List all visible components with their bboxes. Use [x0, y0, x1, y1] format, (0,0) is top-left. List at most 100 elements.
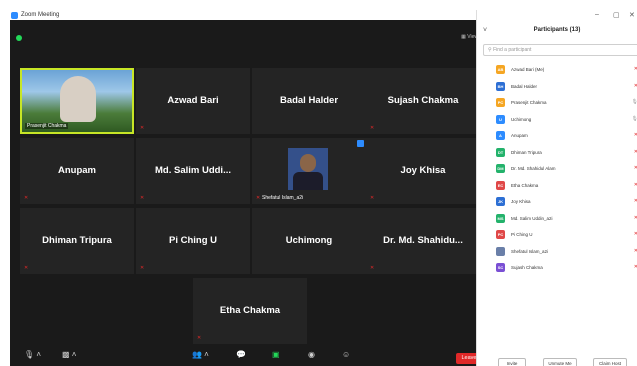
participant-name: Uchimong [511, 116, 532, 122]
meeting-toolbar: 🎙 ˄ ▩ ˄ 👥 ˄ 💬 ▣ ◉ ☺ Leave [10, 346, 486, 366]
record-icon[interactable]: ◉ [308, 350, 315, 359]
participant-avatar: PC [496, 230, 505, 239]
profile-photo [288, 148, 328, 190]
video-tile[interactable]: Azwad Bari ✕ [136, 68, 250, 134]
participant-row[interactable]: PCPi Ching U✕ ▢ [483, 228, 637, 242]
participant-avatar: AB [496, 65, 505, 74]
participant-row[interactable]: DMDr. Md. Shahidul Alam✕ ▢ [483, 162, 637, 176]
video-tile-active[interactable]: Prasenjit Chakma [20, 68, 134, 134]
photo-body [293, 172, 323, 190]
muted-mic-icon: ✕ [256, 195, 261, 201]
zoom-logo-icon [11, 11, 18, 19]
participant-row[interactable]: SCSujash Chakma✕ ▢ [483, 261, 637, 275]
participant-name: Md. Salim Uddin_a2i [511, 215, 553, 221]
participant-avatar: DM [496, 164, 505, 173]
participant-row[interactable]: BHBadal Halder✕ ▢ [483, 80, 637, 94]
participant-row[interactable]: JKJoy Khisa✕ ▢ [483, 195, 637, 209]
muted-mic-icon: ✕ [140, 195, 145, 201]
participant-row[interactable]: ABAzwad Bari (Me)✕ ▢ [483, 63, 637, 77]
security-shield-icon[interactable] [16, 35, 22, 41]
participant-name: Shefatul Islam_a2i [511, 248, 549, 254]
participant-name: Anupam [511, 133, 528, 138]
participant-video-person [60, 76, 96, 122]
video-tile[interactable]: Anupam ✕ [20, 138, 134, 204]
muted-mic-icon: ✕ [24, 195, 29, 201]
tile-options-icon[interactable] [357, 140, 364, 147]
participant-name: Badal Halder [511, 83, 538, 89]
search-placeholder: Find a participant [493, 47, 532, 53]
participant-name: Prasenjit Chakma [511, 100, 547, 105]
tile-name: Md. Salim Uddi... [154, 165, 231, 176]
window-title: Zoom Meeting [21, 12, 60, 18]
close-icon[interactable]: ✕ [629, 11, 635, 19]
photo-head [300, 154, 316, 172]
participant-avatar: U [496, 114, 505, 124]
participant-avatar: PC [496, 98, 505, 107]
invite-button[interactable]: Invite [498, 358, 526, 366]
participant-row[interactable]: Shefatul Islam_a2i✕ ▢ [483, 245, 637, 259]
participant-status-icons[interactable]: 🎙 ▢ [632, 99, 637, 105]
tile-name: Joy Khisa [400, 165, 446, 176]
muted-mic-icon: ✕ [370, 265, 375, 271]
participant-name: Joy Khisa [511, 199, 531, 204]
participant-row[interactable]: MSMd. Salim Uddin_a2i✕ ▢ [483, 212, 637, 226]
participant-status-icons[interactable]: 🎙 ▢ [632, 116, 637, 122]
muted-mic-icon: ✕ [370, 125, 375, 131]
video-tile[interactable]: ✕ Shefatul Islam_a2i [252, 138, 366, 204]
tile-name: Dr. Md. Shahidu... [383, 235, 463, 246]
video-tile[interactable]: Sujash Chakma ✕ [366, 68, 480, 134]
tile-name: Dhiman Tripura [42, 235, 112, 246]
tile-name: Badal Halder [279, 95, 339, 106]
muted-mic-icon: ✕ [24, 265, 29, 271]
video-tile[interactable]: Pi Ching U ✕ [136, 208, 250, 274]
participant-row[interactable]: AAnupam✕ ▢ [483, 129, 637, 143]
reactions-icon[interactable]: ☺ [342, 350, 350, 359]
participant-row[interactable]: U Uchimong 🎙 ▢ [483, 113, 637, 127]
chat-icon[interactable]: 💬 [236, 350, 246, 359]
tile-name: Uchimong [285, 235, 333, 246]
participant-name: Sujash Chakma [511, 265, 543, 270]
video-tile[interactable]: Etha Chakma ✕ [193, 278, 307, 344]
participant-avatar [496, 246, 505, 256]
participant-row[interactable]: DTDhiman Tripura✕ ▢ [483, 146, 637, 160]
tile-name: Sujash Chakma [387, 95, 459, 106]
participants-panel: – ▢ ✕ ˅ Participants (13) ⚲ Find a parti… [476, 10, 637, 366]
video-tile[interactable]: Md. Salim Uddi... ✕ [136, 138, 250, 204]
participant-name: Dhiman Tripura [511, 149, 542, 155]
tile-name: Azwad Bari [167, 95, 219, 106]
participant-row[interactable]: PC Prasenjit Chakma 🎙 ▢ [483, 96, 637, 110]
tile-name: Etha Chakma [219, 305, 281, 316]
participant-avatar: SC [496, 263, 505, 272]
unmute-mic-icon[interactable]: 🎙 ˄ [24, 350, 41, 359]
maximize-icon[interactable]: ▢ [613, 11, 620, 19]
claim-host-button[interactable]: Claim Host [593, 358, 627, 366]
participant-avatar: A [496, 131, 505, 140]
video-tile[interactable]: Dr. Md. Shahidu... ✕ [366, 208, 480, 274]
participant-name: Azwad Bari (Me) [511, 67, 545, 72]
participant-row[interactable]: ECEtha Chakma✕ ▢ [483, 179, 637, 193]
participant-avatar: MS [496, 213, 505, 223]
tile-name: Pi Ching U [168, 235, 218, 246]
participant-name: Etha Chakma [511, 182, 539, 188]
tile-name-label: Shefatul Islam_a2i [262, 195, 304, 201]
participant-search-input[interactable]: ⚲ Find a participant [483, 44, 637, 56]
muted-mic-icon: ✕ [197, 335, 202, 341]
video-tile[interactable]: Dhiman Tripura ✕ [20, 208, 134, 274]
video-stage: ▦ View Prasenjit Chakma Azwad Bari ✕ Bad… [10, 20, 486, 366]
video-tile[interactable]: Badal Halder [252, 68, 366, 134]
participant-name: Pi Ching U [511, 232, 533, 237]
participant-name: Dr. Md. Shahidul Alam [511, 166, 556, 171]
video-tile[interactable]: Joy Khisa ✕ [366, 138, 480, 204]
participants-icon[interactable]: 👥 ˄ [192, 350, 209, 359]
start-video-icon[interactable]: ▩ ˄ [62, 350, 76, 359]
participant-avatar: EC [496, 180, 505, 190]
participant-avatar: BH [496, 81, 505, 91]
unmute-me-button[interactable]: Unmute Me [543, 358, 577, 366]
muted-mic-icon: ✕ [370, 195, 375, 201]
participants-title: Participants (13) [533, 27, 581, 33]
muted-mic-icon: ✕ [140, 265, 145, 271]
video-tile[interactable]: Uchimong [252, 208, 366, 274]
minimize-icon[interactable]: – [595, 11, 599, 18]
share-screen-icon[interactable]: ▣ [272, 350, 280, 359]
participant-avatar: JK [496, 197, 505, 206]
